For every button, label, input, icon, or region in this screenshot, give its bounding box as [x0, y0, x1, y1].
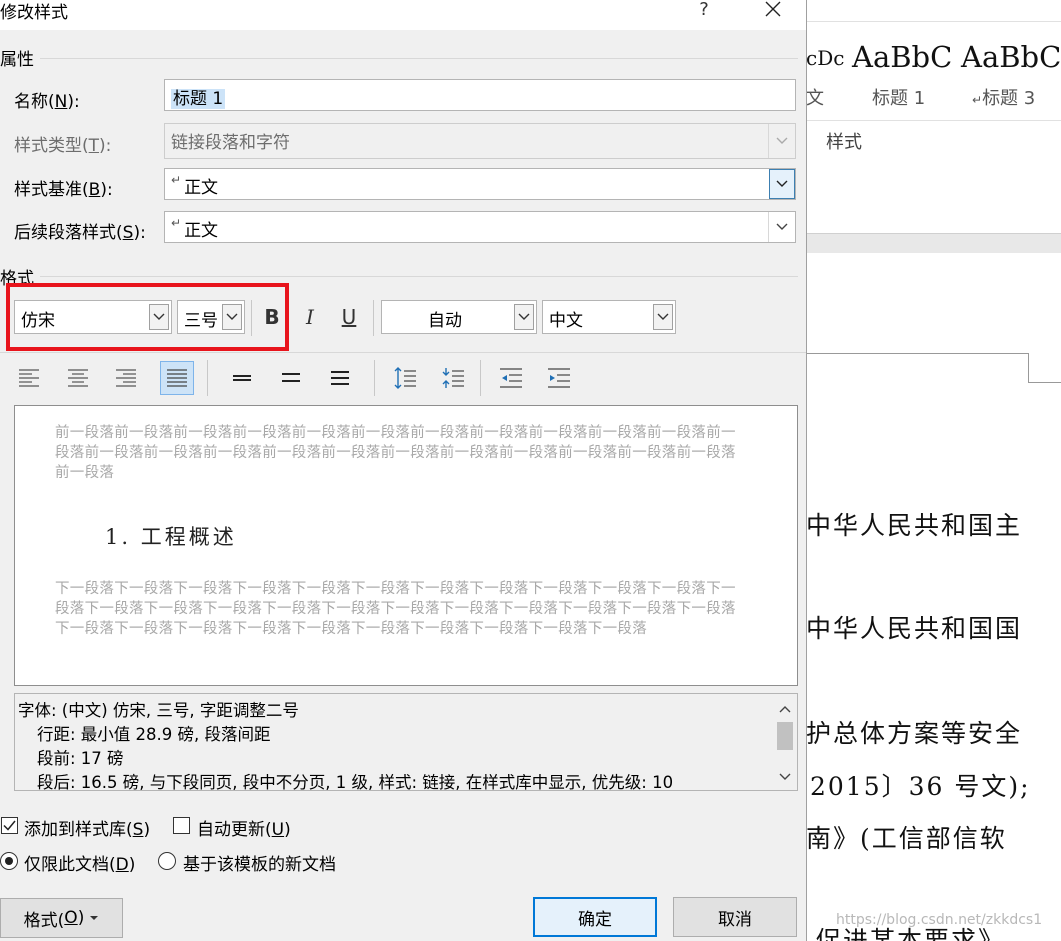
increase-paragraph-spacing-icon[interactable] — [388, 361, 422, 395]
word-document-background: cDc 文 AaBbC 标题 1 AaBbC ↵标题 3 样式 中华人民共和国主… — [806, 0, 1061, 941]
add-to-gallery-label: 添加到样式库(S) — [24, 820, 151, 840]
font-color-value: 自动 — [428, 311, 462, 331]
decrease-paragraph-spacing-icon[interactable] — [436, 361, 470, 395]
description-line: 段后: 16.5 磅, 与下段同页, 段中不分页, 1 级, 样式: 链接, 在… — [37, 773, 674, 791]
description-line: 行距: 最小值 28.9 磅, 段落间距 — [37, 725, 271, 744]
auto-update-label: 自动更新(U) — [197, 820, 291, 840]
next-style-select[interactable]: ↵ 正文 — [164, 211, 796, 243]
description-line: 段前: 17 磅 — [37, 749, 124, 768]
script-select[interactable]: 中文 — [542, 300, 676, 334]
align-center-icon[interactable] — [61, 361, 95, 395]
justify-icon[interactable] — [160, 361, 194, 395]
close-icon — [765, 1, 781, 17]
style-gallery-item-heading3-label: ↵标题 3 — [972, 88, 1036, 109]
preview-next-paragraph: 下一段落下一段落下一段落下一段落下一段落下一段落下一段落下一段落下一段落下一段落… — [55, 581, 736, 637]
style-base-value: 正文 — [184, 178, 219, 198]
align-right-icon[interactable] — [109, 361, 143, 395]
style-gallery-item-heading1-sample[interactable]: AaBbC — [852, 40, 952, 74]
one-and-half-spacing-icon[interactable] — [274, 361, 308, 395]
preview-previous-paragraph: 前一段落前一段落前一段落前一段落前一段落前一段落前一段落前一段落前一段落前一段落… — [55, 425, 736, 481]
name-label: 名称(N): — [14, 92, 80, 112]
align-left-icon[interactable] — [12, 361, 46, 395]
document-text-line: 中华人民共和国主 — [806, 511, 1023, 540]
document-text-line: 2015〕36 号文); — [810, 772, 1031, 801]
ribbon: cDc 文 AaBbC 标题 1 AaBbC ↵标题 3 样式 — [806, 0, 1061, 235]
document-text-line: 南》(工信部信软 — [806, 824, 1007, 853]
ruler — [806, 233, 1061, 254]
chevron-down-icon[interactable] — [653, 304, 673, 330]
document-text-line: 护总体方案等安全 — [806, 719, 1023, 748]
ok-button[interactable]: 确定 — [533, 897, 657, 937]
script-value: 中文 — [549, 311, 583, 331]
dialog-title: 修改样式 — [0, 3, 68, 23]
this-document-only-radio[interactable] — [0, 852, 18, 870]
chevron-down-icon — [768, 124, 795, 158]
new-documents-label: 基于该模板的新文档 — [183, 855, 336, 875]
modify-style-dialog: 修改样式 ? 属性 名称(N): 标题 1 样式类型(T): 链接段落和字符 样… — [0, 0, 807, 941]
dropdown-arrow-icon — [90, 916, 99, 920]
title-bar: 修改样式 ? — [0, 0, 806, 30]
increase-indent-icon[interactable] — [542, 361, 576, 395]
cancel-button[interactable]: 取消 — [673, 897, 797, 937]
help-button[interactable]: ? — [690, 0, 718, 26]
highlight-annotation — [6, 283, 289, 351]
double-spacing-icon[interactable] — [323, 361, 357, 395]
single-spacing-icon[interactable] — [225, 361, 259, 395]
scroll-down-icon[interactable] — [779, 772, 791, 782]
decrease-indent-icon[interactable] — [494, 361, 528, 395]
scroll-up-icon[interactable] — [779, 704, 791, 714]
next-style-label: 后续段落样式(S): — [14, 223, 146, 243]
style-type-select: 链接段落和字符 — [164, 123, 796, 159]
auto-update-checkbox[interactable] — [173, 817, 190, 834]
font-color-select[interactable]: 自动 — [381, 300, 537, 334]
chevron-down-icon[interactable] — [768, 212, 795, 242]
underline-button[interactable]: U — [334, 301, 364, 333]
name-value: 标题 1 — [171, 89, 226, 109]
checkmark-icon — [3, 820, 16, 831]
style-gallery-item-normal-sample[interactable]: cDc — [806, 46, 844, 70]
style-type-label: 样式类型(T): — [14, 136, 112, 156]
close-button[interactable] — [755, 0, 791, 26]
styles-group-label: 样式 — [826, 132, 862, 153]
style-type-value: 链接段落和字符 — [171, 133, 290, 153]
new-documents-radio[interactable] — [158, 852, 176, 870]
paragraph-mark-icon: ↵ — [171, 173, 182, 187]
style-description: 字体: (中文) 仿宋, 三号, 字距调整二号 行距: 最小值 28.9 磅, … — [14, 693, 798, 791]
italic-button[interactable]: I — [295, 301, 325, 333]
this-document-only-label: 仅限此文档(D) — [24, 855, 136, 875]
format-menu-button[interactable]: 格式(O) — [0, 898, 123, 938]
next-style-value: 正文 — [184, 221, 219, 241]
chevron-down-icon[interactable] — [769, 169, 795, 199]
scroll-thumb[interactable] — [777, 722, 793, 750]
document-text-line: 中华人民共和国国 — [806, 614, 1023, 643]
description-line: 字体: (中文) 仿宋, 三号, 字距调整二号 — [18, 701, 299, 720]
name-input[interactable]: 标题 1 — [164, 79, 796, 111]
style-gallery-item-heading3-sample[interactable]: AaBbC — [961, 40, 1061, 74]
add-to-gallery-checkbox[interactable] — [1, 817, 18, 834]
paragraph-mark-icon: ↵ — [171, 216, 182, 230]
style-base-label: 样式基准(B): — [14, 180, 113, 200]
style-preview: 前一段落前一段落前一段落前一段落前一段落前一段落前一段落前一段落前一段落前一段落… — [14, 405, 798, 686]
preview-heading: 1. 工程概述 — [105, 525, 237, 549]
style-base-select[interactable]: ↵ 正文 — [164, 168, 796, 200]
description-scrollbar[interactable] — [773, 694, 797, 790]
margin-mark — [806, 353, 1028, 354]
chevron-down-icon[interactable] — [514, 304, 534, 330]
properties-header: 属性 — [0, 50, 34, 70]
watermark: https://blog.csdn.net/zkkdcs1 — [836, 912, 1043, 928]
style-gallery-item-heading1-label: 标题 1 — [872, 88, 926, 109]
style-gallery-item-normal-label: 文 — [806, 88, 824, 109]
